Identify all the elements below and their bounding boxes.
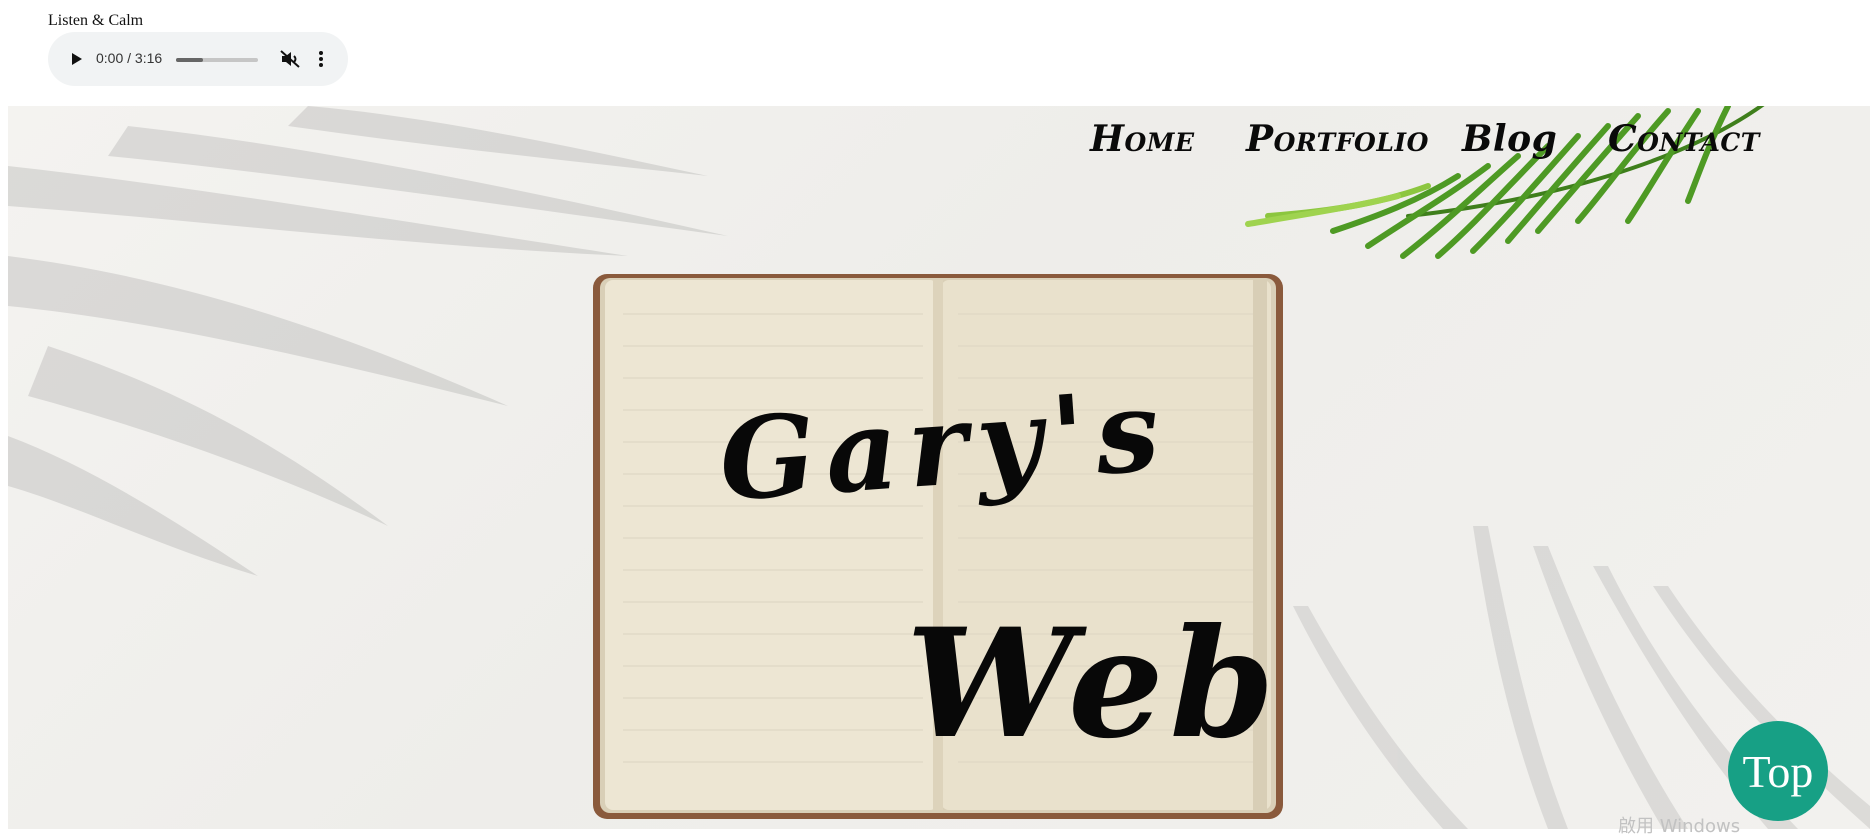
audio-bar: Listen & Calm 0:00 / 3:16 [0, 0, 1870, 106]
hero-title-line2: Web [906, 596, 1281, 772]
audio-seek-bar[interactable] [176, 58, 258, 62]
audio-player[interactable]: 0:00 / 3:16 [48, 32, 348, 86]
more-vertical-icon[interactable] [311, 46, 331, 72]
play-icon[interactable] [62, 45, 90, 73]
hero-section: Home Portfolio Blog Contact Gary's Web [8, 106, 1870, 829]
audio-time: 0:00 / 3:16 [96, 50, 163, 66]
windows-activation-watermark: 啟用 Windows [1618, 816, 1741, 837]
audio-seek-progress [176, 58, 204, 62]
volume-muted-icon[interactable] [277, 46, 303, 72]
nav-blog-link[interactable]: Blog [1462, 118, 1557, 160]
main-nav: Home Portfolio Blog Contact [8, 112, 1870, 172]
nav-home-link[interactable]: Home [1090, 118, 1195, 160]
nav-portfolio-link[interactable]: Portfolio [1246, 118, 1429, 160]
back-to-top-button[interactable]: Top [1728, 721, 1828, 821]
nav-contact-link[interactable]: Contact [1608, 118, 1760, 160]
audio-caption: Listen & Calm [48, 12, 144, 29]
